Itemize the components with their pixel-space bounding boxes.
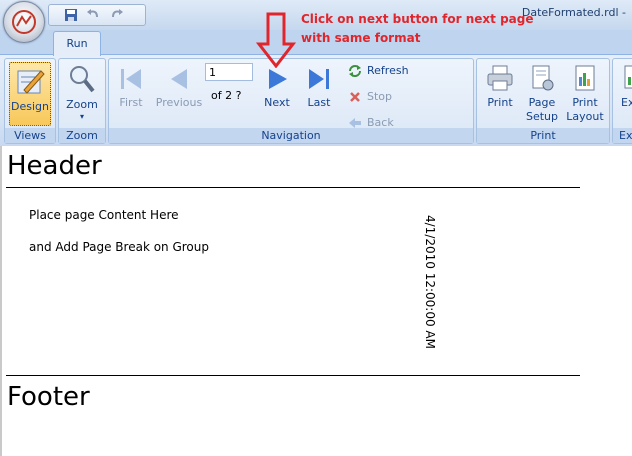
report-content-line-2: and Add Page Break on Group [29,240,209,254]
next-label: Next [264,96,290,109]
printer-icon [487,65,513,91]
print-layout-icon [575,65,595,91]
magnifier-icon [70,66,95,93]
first-button[interactable]: First [113,65,149,110]
chevron-down-icon: ▾ [79,112,84,121]
quick-access-toolbar [48,4,146,26]
footer-divider [6,375,580,376]
export-group-label: Ex [613,128,632,143]
navigation-group: First Previous Next Last Refresh Stop Ba… [108,58,474,144]
report-builder-logo-icon [12,10,36,34]
export-label: Ex [621,96,632,109]
export-button[interactable]: Ex [615,63,632,110]
print-button[interactable]: Print [480,63,520,110]
refresh-icon [349,65,361,77]
first-label: First [119,96,143,109]
print-layout-label-2: Layout [566,110,604,123]
previous-button[interactable]: Previous [155,65,203,110]
annotation-line-1: Click on next button for next page [301,12,534,26]
page-count-text: of 2 ? [211,89,242,102]
report-footer: Footer [7,382,90,412]
redo-icon[interactable] [109,7,125,23]
zoom-button[interactable]: Zoom ▾ [62,63,102,122]
annotation-callout: Click on next button for next page with … [301,10,601,48]
report-header: Header [7,151,102,181]
application-menu-button[interactable] [3,1,45,43]
first-page-icon [121,69,141,89]
navigation-group-label: Navigation [109,128,473,143]
report-content-line-1: Place page Content Here [29,208,179,222]
refresh-button[interactable]: Refresh [347,63,437,81]
red-down-arrow-icon [256,12,296,68]
annotation-line-2: with same format [301,31,421,45]
zoom-group-label: Zoom [59,128,105,143]
header-divider [6,187,580,188]
undo-icon[interactable] [85,7,101,23]
stop-icon [350,92,360,102]
page-setup-button[interactable]: Page Setup [522,63,562,124]
print-group-label: Print [477,128,609,143]
views-group: Design Views [4,58,56,144]
design-button[interactable]: Design [9,62,51,126]
page-setup-label-2: Setup [525,110,559,123]
page-setup-label-1: Page [528,96,556,109]
zoom-group: Zoom ▾ Zoom [58,58,106,144]
last-page-icon [309,69,329,89]
zoom-label: Zoom [66,98,98,111]
views-group-label: Views [5,128,55,143]
previous-page-icon [171,69,187,89]
page-setup-icon [532,65,554,91]
tab-run[interactable]: Run [53,31,101,56]
last-button[interactable]: Last [301,65,337,110]
report-date-value: 4/1/2010 12:00:00 AM [423,215,437,349]
last-label: Last [307,96,331,109]
save-icon[interactable] [63,7,79,23]
next-button[interactable]: Next [259,65,295,110]
design-icon [17,70,45,94]
page-number-input[interactable] [205,63,253,81]
report-preview-area [0,146,632,456]
print-group: Print Page Setup Print Layout Print [476,58,610,144]
print-layout-button[interactable]: Print Layout [564,63,606,124]
next-page-icon [269,69,287,89]
export-group: Ex Ex [612,58,632,144]
export-icon [624,65,632,89]
print-label: Print [487,96,513,109]
refresh-label: Refresh [367,64,409,77]
stop-label: Stop [367,90,393,103]
previous-label: Previous [155,96,203,109]
print-layout-label-1: Print [572,96,598,109]
design-label: Design [11,100,49,113]
stop-button[interactable]: Stop [347,89,437,107]
ribbon: Design Views Zoom ▾ Zoom First Previous … [0,54,632,147]
